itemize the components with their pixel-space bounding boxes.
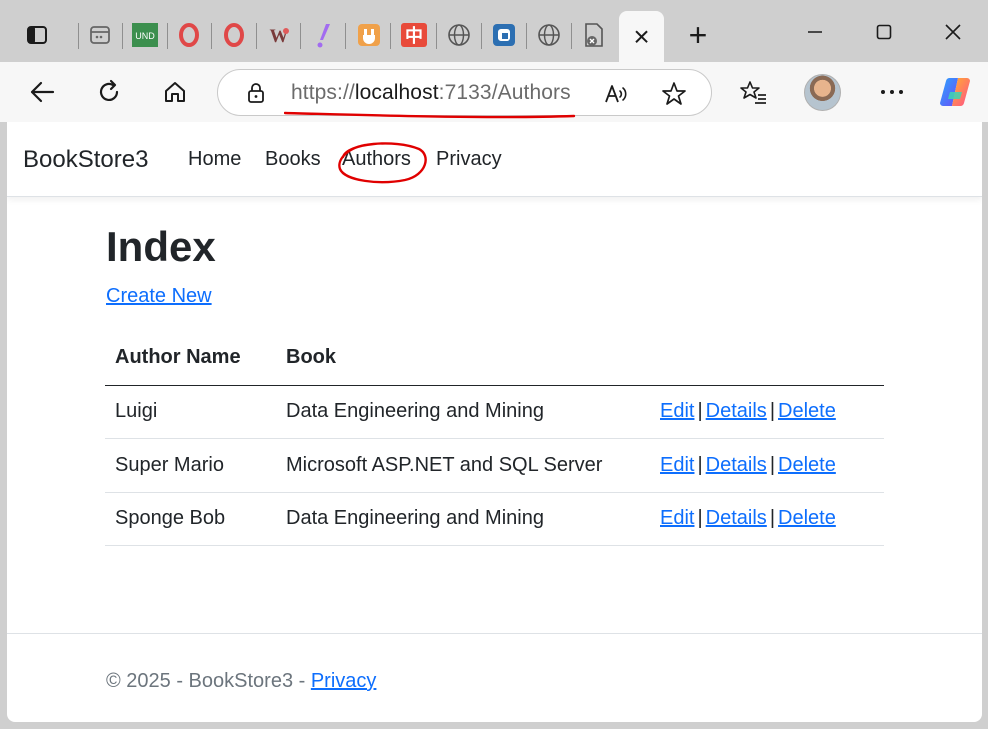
table-row: Sponge Bob Data Engineering and Mining E… xyxy=(105,492,884,546)
actions-cell: Edit | Details | Delete xyxy=(650,492,884,546)
more-dots-icon xyxy=(881,90,903,94)
plug-icon[interactable] xyxy=(353,19,385,51)
table-row: Super Mario Microsoft ASP.NET and SQL Se… xyxy=(105,438,884,493)
authors-table: Author Name Book Luigi Data Engineering … xyxy=(105,331,884,546)
url-text[interactable]: https://localhost:7133/Authors xyxy=(291,81,571,105)
book-cell: Data Engineering and Mining xyxy=(276,492,650,546)
delete-link[interactable]: Delete xyxy=(778,507,836,529)
read-aloud-icon[interactable] xyxy=(603,82,629,106)
address-bar[interactable]: https://localhost:7133/Authors xyxy=(217,69,712,119)
app-blue-icon[interactable] xyxy=(488,19,520,51)
details-link[interactable]: Details xyxy=(706,400,767,422)
details-link[interactable]: Details xyxy=(706,507,767,529)
details-link[interactable]: Details xyxy=(706,454,767,476)
favorites-list-icon xyxy=(740,81,766,104)
profile-avatar[interactable] xyxy=(804,74,841,111)
actions-cell: Edit | Details | Delete xyxy=(650,385,884,439)
favorite-star-icon[interactable] xyxy=(661,81,687,107)
chinese-label: 中 xyxy=(405,25,423,47)
book-cell: Microsoft ASP.NET and SQL Server xyxy=(276,438,650,493)
home-button[interactable] xyxy=(153,70,197,114)
header-author-name: Author Name xyxy=(105,331,276,386)
page-viewport: BookStore3 Home Books Authors Privacy In… xyxy=(7,122,982,722)
site-footer: © 2025 - BookStore3 - Privacy xyxy=(7,633,982,722)
globe-icon[interactable] xyxy=(443,19,475,51)
close-window-button[interactable] xyxy=(928,14,978,50)
lock-icon[interactable] xyxy=(246,82,266,104)
tab-strip: UND W 中 × + xyxy=(0,0,988,62)
authors-circle-annotation xyxy=(338,142,427,184)
maximize-icon xyxy=(876,24,892,40)
chinese-icon[interactable]: 中 xyxy=(398,19,430,51)
table-header-row: Author Name Book xyxy=(105,331,884,386)
action-separator: | xyxy=(769,507,776,530)
url-host: localhost xyxy=(354,81,439,104)
action-separator: | xyxy=(769,453,776,476)
book-cell: Data Engineering and Mining xyxy=(276,385,650,439)
more-menu-button[interactable] xyxy=(870,70,914,114)
url-underline-annotation xyxy=(284,111,576,119)
brand-link[interactable]: BookStore3 xyxy=(23,146,148,174)
wiki-icon[interactable]: W xyxy=(263,19,295,51)
doc-icon[interactable] xyxy=(578,19,610,51)
nav-link-home[interactable]: Home xyxy=(188,148,241,171)
favorites-button[interactable] xyxy=(732,70,776,114)
back-button[interactable] xyxy=(20,70,64,114)
edit-link[interactable]: Edit xyxy=(660,507,694,529)
maximize-button[interactable] xyxy=(859,14,909,50)
plus-icon: + xyxy=(688,17,708,53)
edit-link[interactable]: Edit xyxy=(660,454,694,476)
header-actions xyxy=(650,331,884,386)
und-icon[interactable]: UND xyxy=(129,19,161,51)
opera-icon[interactable] xyxy=(173,19,205,51)
site-navbar: BookStore3 Home Books Authors Privacy xyxy=(7,122,982,197)
sidebar-icon[interactable] xyxy=(21,19,53,51)
close-icon xyxy=(945,24,961,40)
action-separator: | xyxy=(769,400,776,423)
url-path: :7133/Authors xyxy=(438,81,571,104)
action-separator: | xyxy=(697,453,703,476)
action-separator: | xyxy=(697,507,703,530)
nav-link-books[interactable]: Books xyxy=(265,148,321,171)
create-new-link[interactable]: Create New xyxy=(106,285,212,308)
nav-link-privacy[interactable]: Privacy xyxy=(436,148,502,171)
app-icon[interactable] xyxy=(84,19,116,51)
refresh-button[interactable] xyxy=(87,70,131,114)
url-scheme: https:// xyxy=(291,81,355,104)
minimize-icon xyxy=(808,31,822,33)
und-label: UND xyxy=(135,31,155,41)
footer-copyright: © 2025 - BookStore3 - xyxy=(106,670,311,692)
delete-link[interactable]: Delete xyxy=(778,454,836,476)
actions-cell: Edit | Details | Delete xyxy=(650,438,884,493)
action-separator: | xyxy=(697,400,703,423)
exclaim-icon[interactable] xyxy=(308,19,340,51)
minimize-button[interactable] xyxy=(790,14,840,50)
refresh-icon xyxy=(99,79,119,101)
delete-link[interactable]: Delete xyxy=(778,400,836,422)
active-tab[interactable]: × xyxy=(619,11,664,62)
author-name-cell: Sponge Bob xyxy=(105,492,276,546)
author-name-cell: Super Mario xyxy=(105,438,276,493)
back-arrow-icon xyxy=(30,81,55,103)
copilot-icon xyxy=(940,78,970,106)
home-icon xyxy=(165,82,185,102)
opera-icon[interactable] xyxy=(218,19,250,51)
browser-toolbar: https://localhost:7133/Authors xyxy=(0,62,988,122)
footer-privacy-link[interactable]: Privacy xyxy=(311,670,377,692)
edit-link[interactable]: Edit xyxy=(660,400,694,422)
footer-text: © 2025 - BookStore3 - Privacy xyxy=(106,670,376,693)
globe-icon[interactable] xyxy=(533,19,565,51)
copilot-button[interactable] xyxy=(933,70,977,114)
author-name-cell: Luigi xyxy=(105,385,276,439)
new-tab-button[interactable]: + xyxy=(680,17,716,53)
header-book: Book xyxy=(276,331,650,386)
close-tab-icon[interactable]: × xyxy=(633,22,649,51)
table-row: Luigi Data Engineering and Mining Edit | D… xyxy=(105,385,884,439)
page-title: Index xyxy=(106,223,216,270)
